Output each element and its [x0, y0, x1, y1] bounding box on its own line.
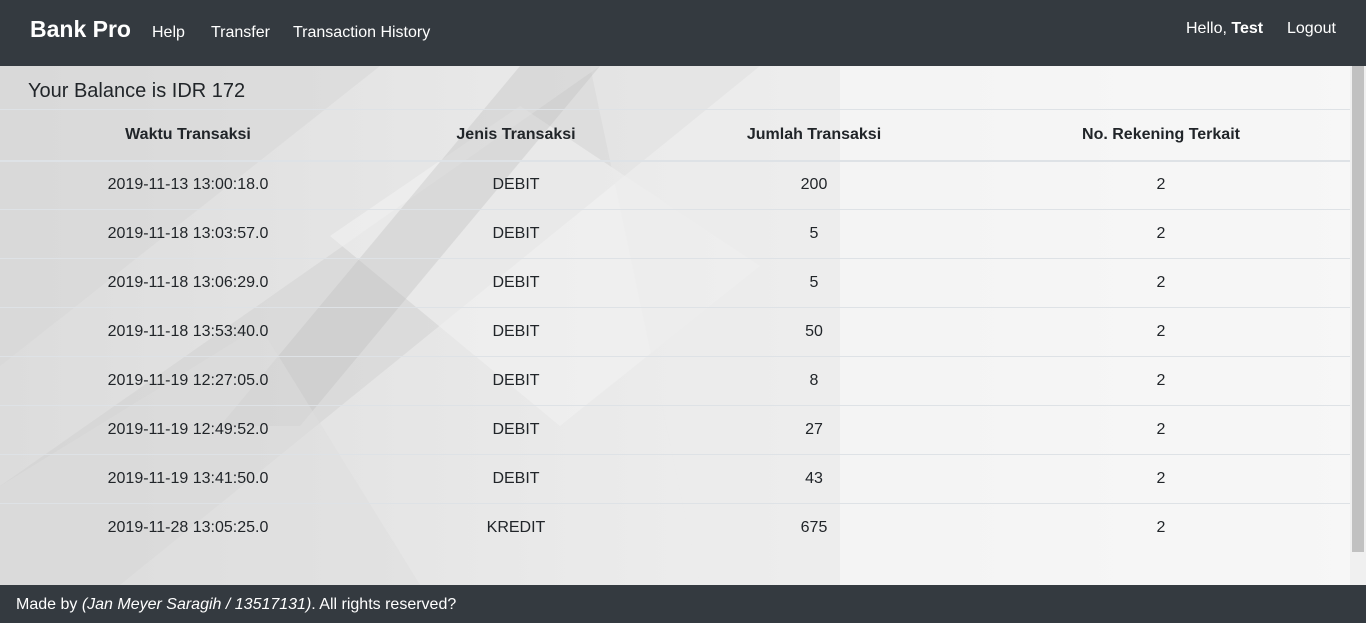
- table-row: 2019-11-18 13:06:29.0 DEBIT 5 2: [0, 259, 1350, 308]
- cell-amount: 27: [805, 421, 823, 438]
- cell-type: DEBIT: [492, 225, 540, 242]
- footer: Made by (Jan Meyer Saragih / 13517131). …: [0, 585, 1366, 623]
- cell-time: 2019-11-19 12:49:52.0: [107, 421, 269, 438]
- header-jumlah-transaksi: Jumlah Transaksi: [746, 125, 882, 143]
- logout-link[interactable]: Logout: [1287, 20, 1336, 38]
- table-row: 2019-11-13 13:00:18.0 DEBIT 200 2: [0, 161, 1350, 210]
- header-waktu-transaksi: Waktu Transaksi: [125, 125, 251, 143]
- cell-amount: 50: [805, 323, 823, 340]
- cell-amount: 675: [800, 519, 828, 537]
- cell-type: DEBIT: [492, 372, 540, 389]
- transaction-table: Waktu Transaksi Jenis Transaksi Jumlah T…: [0, 109, 1350, 553]
- table-row: 2019-11-19 12:27:05.0 DEBIT 8 2: [0, 357, 1350, 406]
- greeting-text: Hello,: [1186, 20, 1227, 37]
- main-content: Your Balance is IDR 172 Waktu Transaksi …: [0, 66, 1350, 585]
- cell-time: 2019-11-13 13:00:18.0: [107, 176, 269, 194]
- cell-account: 2: [1156, 519, 1166, 537]
- footer-author: (Jan Meyer Saragih / 13517131): [81, 596, 312, 613]
- scrollbar-thumb[interactable]: [1352, 66, 1364, 552]
- nav-help-link[interactable]: Help: [152, 24, 185, 42]
- table-row: 2019-11-19 13:41:50.0 DEBIT 43 2: [0, 455, 1350, 504]
- header-jenis-transaksi: Jenis Transaksi: [456, 125, 576, 143]
- user-greeting: Hello, Test: [1186, 20, 1263, 38]
- cell-type: DEBIT: [492, 274, 540, 291]
- cell-amount: 5: [809, 225, 819, 242]
- cell-amount: 8: [809, 372, 819, 389]
- cell-type: DEBIT: [492, 323, 540, 340]
- brand-logo[interactable]: Bank Pro: [30, 16, 131, 43]
- cell-account: 2: [1156, 323, 1166, 340]
- table-header-row: Waktu Transaksi Jenis Transaksi Jumlah T…: [0, 109, 1350, 161]
- footer-prefix: Made by: [16, 596, 82, 613]
- balance-heading: Your Balance is IDR 172: [28, 80, 246, 102]
- cell-time: 2019-11-18 13:53:40.0: [107, 323, 269, 340]
- cell-time: 2019-11-18 13:06:29.0: [107, 274, 269, 291]
- cell-account: 2: [1156, 225, 1166, 242]
- table-row: 2019-11-19 12:49:52.0 DEBIT 27 2: [0, 406, 1350, 455]
- cell-account: 2: [1156, 176, 1166, 194]
- table-row: 2019-11-28 13:05:25.0 KREDIT 675 2: [0, 504, 1350, 553]
- cell-account: 2: [1156, 421, 1166, 438]
- cell-account: 2: [1156, 470, 1166, 487]
- cell-account: 2: [1156, 372, 1166, 389]
- footer-suffix: . All rights reserved?: [311, 596, 457, 613]
- cell-type: DEBIT: [492, 421, 540, 438]
- header-no-rekening-terkait: No. Rekening Terkait: [1082, 125, 1240, 143]
- cell-type: DEBIT: [492, 470, 540, 487]
- nav-transfer-link[interactable]: Transfer: [211, 24, 270, 42]
- cell-time: 2019-11-28 13:05:25.0: [107, 519, 269, 537]
- table-row: 2019-11-18 13:03:57.0 DEBIT 5 2: [0, 210, 1350, 259]
- cell-amount: 5: [809, 274, 819, 291]
- cell-account: 2: [1156, 274, 1166, 291]
- cell-type: KREDIT: [486, 519, 546, 537]
- cell-amount: 43: [805, 470, 823, 487]
- cell-time: 2019-11-18 13:03:57.0: [107, 225, 269, 242]
- table-row: 2019-11-18 13:53:40.0 DEBIT 50 2: [0, 308, 1350, 357]
- cell-time: 2019-11-19 12:27:05.0: [107, 372, 269, 389]
- cell-amount: 200: [800, 176, 828, 194]
- navbar: Bank Pro Help Transfer Transaction Histo…: [0, 0, 1366, 66]
- username: Test: [1231, 20, 1264, 37]
- nav-transaction-history-link[interactable]: Transaction History: [293, 24, 430, 42]
- cell-type: DEBIT: [492, 176, 540, 194]
- cell-time: 2019-11-19 13:41:50.0: [107, 470, 269, 487]
